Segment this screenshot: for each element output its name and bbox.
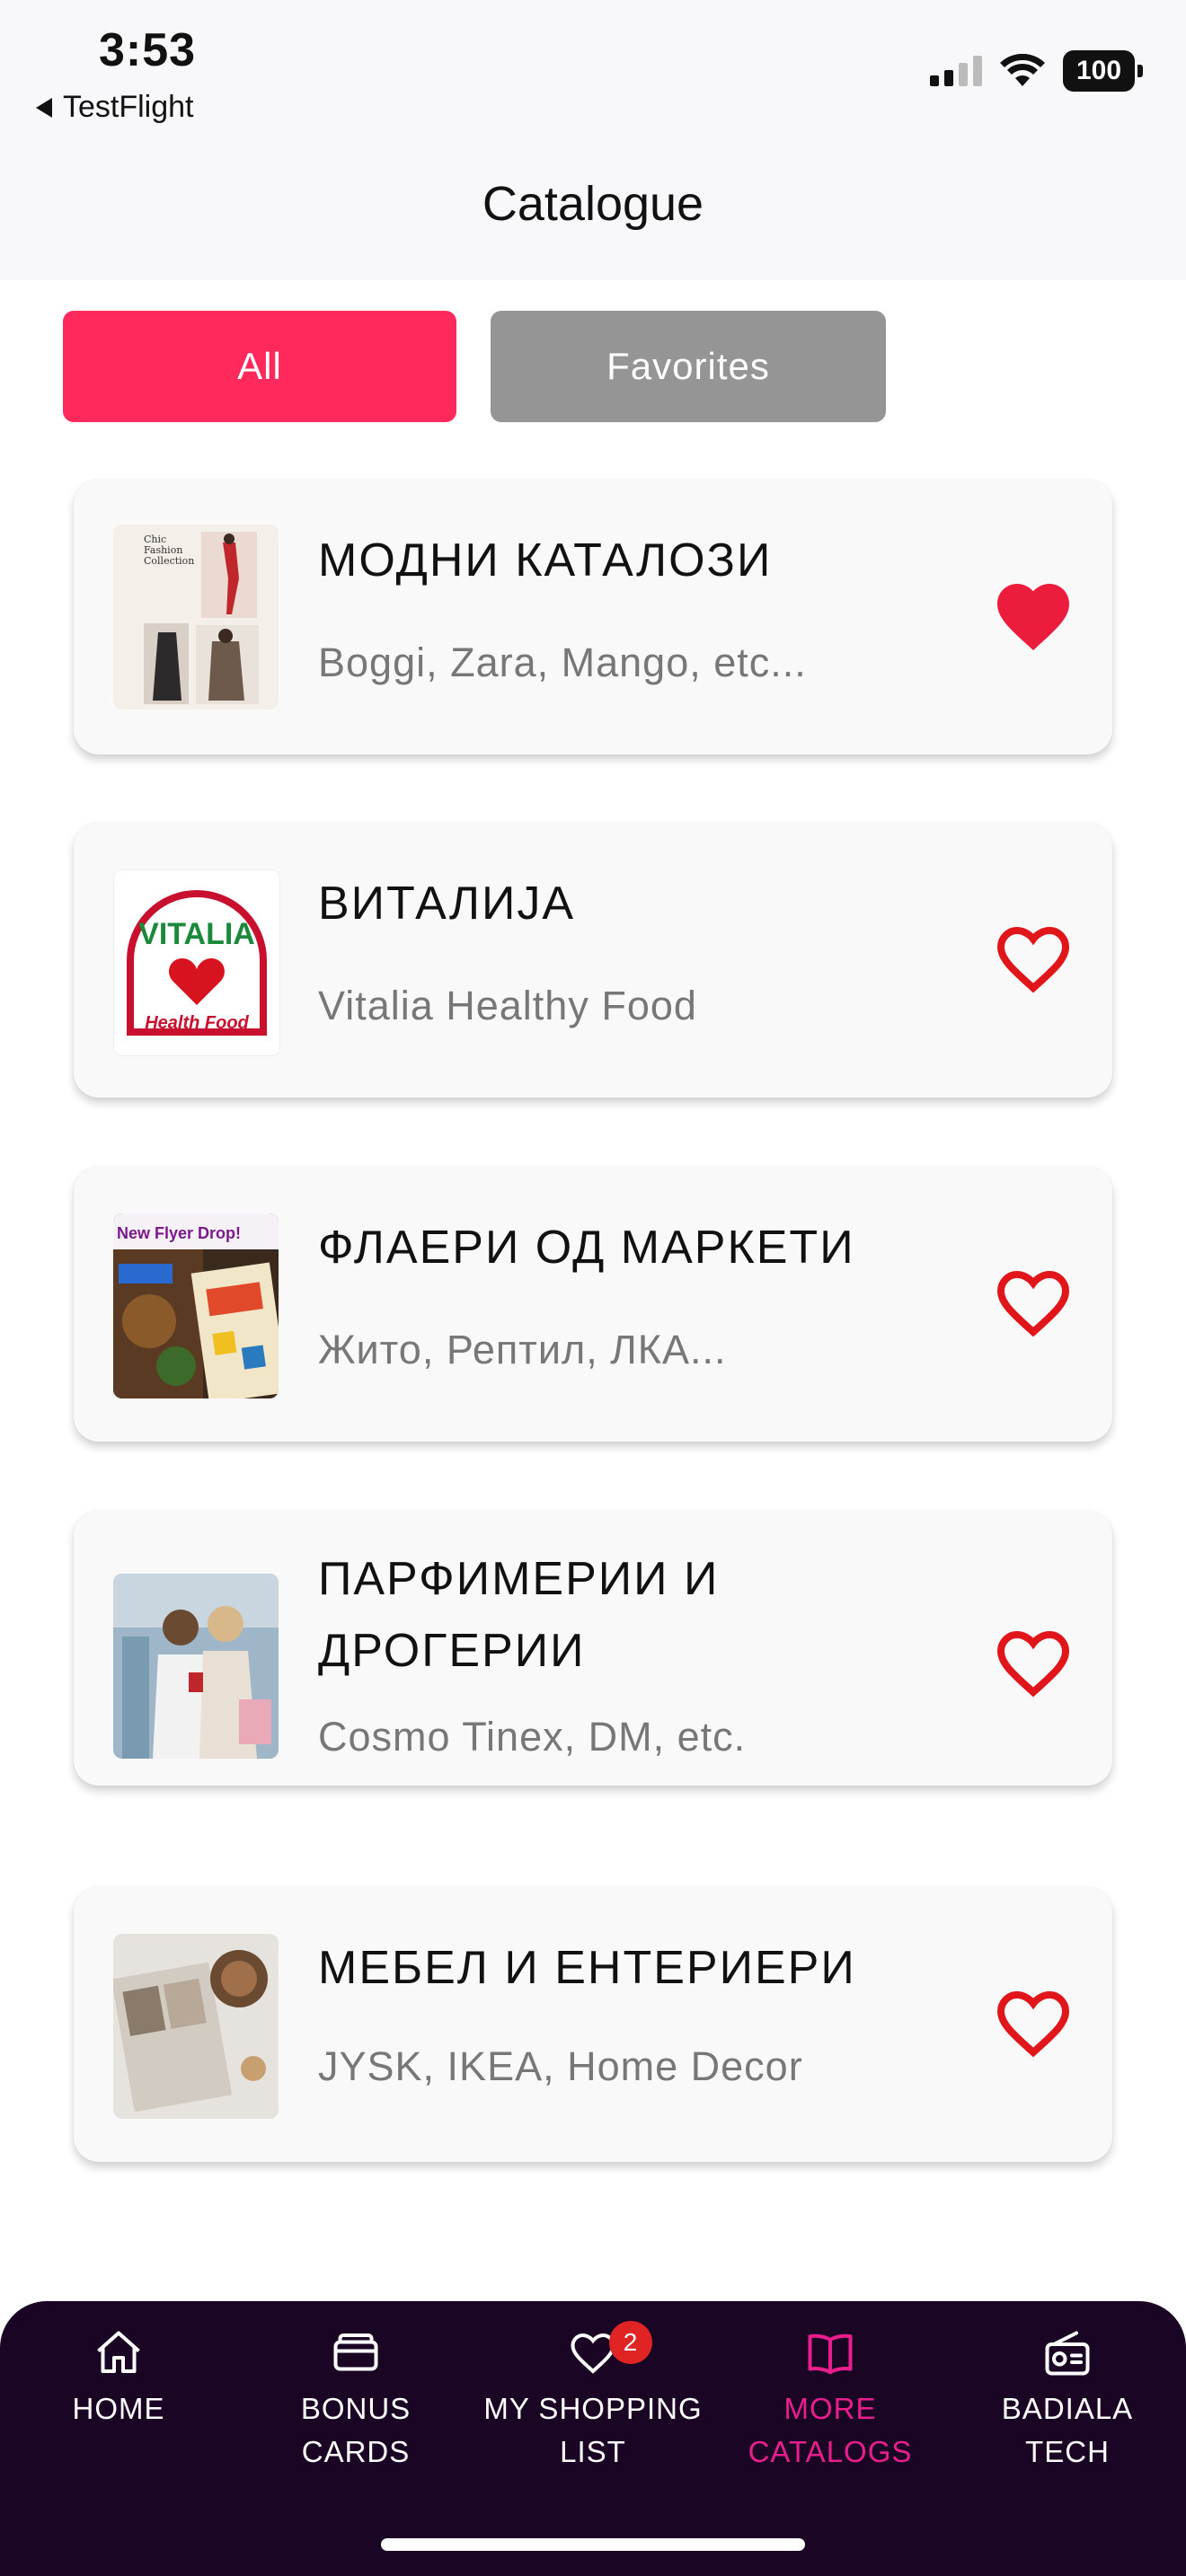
catalog-title: ВИТАЛИЈА xyxy=(318,878,576,930)
favorite-heart-outline-icon[interactable] xyxy=(990,1260,1076,1346)
favorite-heart-outline-icon[interactable] xyxy=(990,916,1076,1002)
catalog-title: МЕБЕЛ И ЕНТЕРИЕРИ xyxy=(318,1942,856,1994)
radio-icon xyxy=(1045,2331,1090,2376)
nav-bonus-label-1: BONUS xyxy=(300,2392,412,2425)
catalog-title: ФЛАЕРИ ОД МАРКЕТИ xyxy=(318,1222,855,1274)
open-book-icon xyxy=(808,2333,853,2375)
wifi-icon xyxy=(1000,54,1045,86)
nav-home-label: HOME xyxy=(72,2392,165,2425)
flyer-thumb-label: New Flyer Drop! xyxy=(117,1224,241,1242)
tab-favorites[interactable]: Favorites xyxy=(491,311,886,422)
shopping-women-thumbnail xyxy=(113,1574,279,1759)
shopping-list-count-badge: 2 xyxy=(609,2321,652,2364)
catalog-subtitle: Boggi, Zara, Mango, etc... xyxy=(318,640,807,685)
flyer-drop-thumbnail: New Flyer Drop! xyxy=(113,1213,279,1398)
vitalia-logo-text: VITALIA xyxy=(138,917,255,951)
catalog-title-line2: ДРОГЕРИИ xyxy=(318,1625,586,1677)
back-app-label: TestFlight xyxy=(63,90,194,124)
tab-all[interactable]: All xyxy=(63,311,456,422)
catalog-subtitle: Cosmo Tinex, DM, etc. xyxy=(318,1714,747,1760)
vitalia-logo-thumbnail: VITALIA Health Food xyxy=(113,869,280,1056)
nav-badiala-tech[interactable]: BADIALA TECH xyxy=(951,2326,1184,2474)
catalog-subtitle: Vitalia Healthy Food xyxy=(318,983,697,1028)
favorite-heart-filled-icon[interactable] xyxy=(990,573,1076,659)
back-arrow-icon xyxy=(36,97,52,118)
catalog-subtitle: JYSK, IKEA, Home Decor xyxy=(318,2043,803,2089)
top-bar: 3:53 TestFlight 100 Catalogue xyxy=(0,0,1186,280)
nav-home[interactable]: HOME xyxy=(2,2326,235,2430)
catalog-subtitle: Жито, Рептил, ЛКА... xyxy=(318,1327,727,1372)
nav-tech-label-1: BADIALA xyxy=(1001,2392,1134,2425)
cards-icon xyxy=(333,2333,378,2371)
svg-text:Collection: Collection xyxy=(144,555,194,567)
status-time: 3:53 xyxy=(99,24,197,76)
back-to-app-link[interactable]: TestFlight xyxy=(36,90,194,125)
nav-shopping-list[interactable]: 2 MY SHOPPING LIST xyxy=(476,2321,710,2474)
favorite-heart-outline-icon[interactable] xyxy=(990,1620,1076,1707)
catalog-card-market-flyers[interactable]: New Flyer Drop! ФЛАЕРИ ОД МАРКЕТИ Жито, … xyxy=(74,1167,1112,1442)
home-indicator[interactable] xyxy=(381,2538,805,2551)
nav-shopping-label-2: LIST xyxy=(560,2435,626,2468)
catalog-card-vitalia[interactable]: VITALIA Health Food ВИТАЛИЈА Vitalia Hea… xyxy=(74,823,1112,1098)
battery-level: 100 xyxy=(1063,50,1135,92)
battery-icon: 100 xyxy=(1063,50,1143,92)
nav-shopping-label-1: MY SHOPPING xyxy=(483,2392,703,2425)
catalog-title-line1: ПАРФИМЕРИИ И xyxy=(318,1553,720,1605)
nav-tech-label-2: TECH xyxy=(1025,2435,1110,2468)
catalog-card-perfumeries[interactable]: ПАРФИМЕРИИ И ДРОГЕРИИ Cosmo Tinex, DM, e… xyxy=(74,1511,1112,1786)
nav-bonus-cards[interactable]: BONUS CARDS xyxy=(239,2326,473,2474)
nav-more-catalogs[interactable]: MORE CATALOGS xyxy=(713,2326,947,2474)
page-title: Catalogue xyxy=(482,177,704,231)
catalog-card-fashion[interactable]: Chic Fashion Collection МОДНИ КАТАЛОЗИ B… xyxy=(74,480,1112,754)
nav-catalogs-label-1: MORE xyxy=(783,2392,877,2425)
home-icon xyxy=(97,2331,140,2373)
vitalia-logo-subtext: Health Food xyxy=(145,1013,249,1033)
status-indicators: 100 xyxy=(930,50,1143,92)
nav-catalogs-label-2: CATALOGS xyxy=(748,2435,913,2468)
catalog-title: МОДНИ КАТАЛОЗИ xyxy=(318,534,773,587)
fashion-collection-thumbnail: Chic Fashion Collection xyxy=(113,525,279,710)
bottom-navigation: HOME BONUS CARDS 2 MY SHOPPING LIST MORE… xyxy=(0,2301,1186,2576)
cellular-signal-icon xyxy=(930,56,982,86)
favorite-heart-outline-icon[interactable] xyxy=(990,1981,1076,2067)
nav-bonus-label-2: CARDS xyxy=(301,2435,411,2468)
home-decor-thumbnail xyxy=(113,1934,279,2119)
catalog-card-furniture[interactable]: МЕБЕЛ И ЕНТЕРИЕРИ JYSK, IKEA, Home Decor xyxy=(74,1887,1112,2162)
